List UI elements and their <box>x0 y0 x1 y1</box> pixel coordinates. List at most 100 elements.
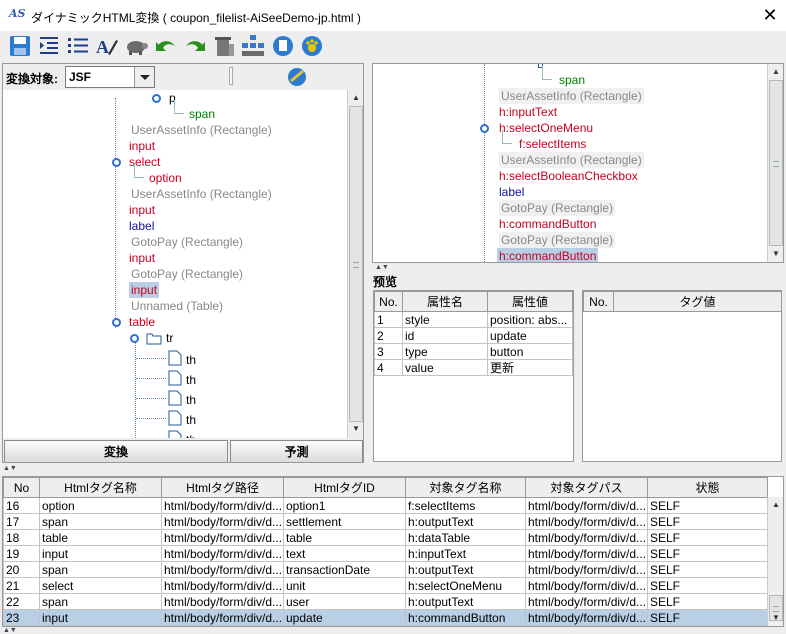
table-row[interactable]: 22 span html/body/form/div/d... user h:outpu… <box>3 593 768 610</box>
tree-expand-handle[interactable] <box>112 318 121 327</box>
table-row[interactable]: 2 id update <box>374 327 573 344</box>
tree-node[interactable]: th <box>186 432 196 438</box>
tree-node[interactable]: GotoPay (Rectangle) <box>499 232 616 248</box>
column-header[interactable]: タグ値 <box>613 291 782 312</box>
close-button[interactable]: ✕ <box>757 3 783 27</box>
tree-node[interactable]: option <box>149 170 182 186</box>
redo-icon[interactable] <box>183 34 207 58</box>
chevron-down-icon[interactable] <box>134 67 154 87</box>
column-header[interactable]: No. <box>374 291 403 312</box>
info-icon[interactable] <box>271 34 295 58</box>
tree-node[interactable]: GotoPay (Rectangle) <box>499 200 616 216</box>
tree-node[interactable]: label <box>497 184 526 200</box>
column-header[interactable]: 対象タグ名称 <box>405 477 526 498</box>
column-header[interactable]: 属性名 <box>402 291 488 312</box>
tree-node[interactable]: th <box>186 412 196 428</box>
tree-node[interactable]: th <box>186 392 196 408</box>
tree-node[interactable]: input <box>129 138 155 154</box>
tree-guide-line <box>484 64 485 262</box>
table-row[interactable]: 23 input html/body/form/div/d... update h:co… <box>3 609 768 626</box>
mapping-table-scrollbar[interactable]: ▲ ▼ <box>767 497 783 626</box>
tree-guide-line <box>136 418 166 419</box>
tree-node[interactable]: label <box>129 218 154 234</box>
tree-node[interactable]: UserAssetInfo (Rectangle) <box>131 186 272 202</box>
table-row[interactable]: 4 value 更新 <box>374 359 573 376</box>
convert-button[interactable]: 変換 <box>4 440 228 462</box>
tree-connector <box>134 164 144 178</box>
table-row[interactable]: 17 span html/body/form/div/d... settlement h… <box>3 513 768 530</box>
left-tree[interactable]: p span UserAssetInfo (Rectangle) input selec… <box>3 90 347 438</box>
save-icon[interactable] <box>8 34 32 58</box>
horizontal-splitter[interactable] <box>0 465 786 471</box>
paw-icon[interactable] <box>300 34 324 58</box>
scroll-thumb[interactable] <box>349 106 363 422</box>
left-tree-scrollbar[interactable]: ▲ ▼ <box>347 90 363 438</box>
tree-node[interactable]: h:commandButton <box>497 216 598 232</box>
column-header[interactable]: No. <box>583 291 614 312</box>
target-select[interactable]: JSF <box>65 66 155 88</box>
tree-node[interactable]: UserAssetInfo (Rectangle) <box>499 88 644 104</box>
tree-node[interactable]: span <box>189 106 215 122</box>
column-header[interactable]: 属性値 <box>487 291 573 312</box>
table-cell: 4 <box>374 359 403 376</box>
tree-node[interactable]: UserAssetInfo (Rectangle) <box>131 122 272 138</box>
tree-node[interactable]: table <box>129 314 155 330</box>
tree-node[interactable]: input <box>129 282 160 298</box>
column-header[interactable]: HtmlタグID <box>283 477 406 498</box>
tree-icon[interactable] <box>241 34 265 58</box>
scroll-up-icon[interactable]: ▲ <box>771 67 781 77</box>
right-tree[interactable]: span UserAssetInfo (Rectangle) h:inputText… <box>373 64 767 262</box>
column-header[interactable]: Htmlタグ路径 <box>161 477 284 498</box>
predict-button[interactable]: 予測 <box>230 440 363 462</box>
tree-node[interactable]: GotoPay (Rectangle) <box>131 234 243 250</box>
tree-expand-handle[interactable] <box>480 124 489 133</box>
tree-node[interactable]: span <box>557 72 587 88</box>
trash-icon[interactable] <box>212 34 236 58</box>
turtle-icon[interactable] <box>125 34 149 58</box>
format-icon[interactable]: A <box>95 34 119 58</box>
globe-icon[interactable] <box>286 66 308 88</box>
tree-node[interactable]: UserAssetInfo (Rectangle) <box>499 152 644 168</box>
table-row[interactable]: 18 table html/body/form/div/d... table h:dat… <box>3 529 768 546</box>
tree-guide-line <box>115 98 116 328</box>
tree-node[interactable]: tr <box>166 330 173 346</box>
table-row[interactable]: 1 style position: abs... <box>374 311 573 328</box>
splitter-arrows-icon[interactable]: ▲▼ <box>3 465 17 472</box>
column-header[interactable]: 対象タグパス <box>525 477 648 498</box>
tree-node[interactable]: f:selectItems <box>517 136 588 152</box>
vertical-splitter[interactable] <box>365 63 371 463</box>
tree-node[interactable]: th <box>186 372 196 388</box>
list-icon[interactable] <box>66 34 90 58</box>
tree-expand-handle[interactable] <box>152 94 161 103</box>
tree-expand-handle[interactable] <box>112 158 121 167</box>
right-tree-scrollbar[interactable]: ▲ ▼ <box>767 64 783 262</box>
table-row[interactable]: 16 option html/body/form/div/d... option1 f:… <box>3 497 768 514</box>
table-cell: id <box>402 327 488 344</box>
scroll-up-icon[interactable]: ▲ <box>771 500 781 510</box>
table-row[interactable]: 21 select html/body/form/div/d... unit h:sel… <box>3 577 768 594</box>
column-header[interactable]: 状態 <box>647 477 768 498</box>
indent-icon[interactable] <box>37 34 61 58</box>
splitter-handle[interactable] <box>229 67 233 85</box>
tree-node[interactable]: input <box>129 250 155 266</box>
tree-node[interactable]: h:selectBooleanCheckbox <box>497 168 640 184</box>
scroll-down-icon[interactable]: ▼ <box>771 249 781 259</box>
table-row[interactable]: 3 type button <box>374 343 573 360</box>
tree-node[interactable]: h:inputText <box>497 104 559 120</box>
undo-icon[interactable] <box>154 34 178 58</box>
tree-node[interactable]: th <box>186 352 196 368</box>
tree-node[interactable]: Unnamed (Table) <box>131 298 223 314</box>
table-row[interactable]: 20 span html/body/form/div/d... transaction… <box>3 561 768 578</box>
tree-expand-handle[interactable] <box>130 334 139 343</box>
tree-node[interactable]: input <box>129 202 155 218</box>
tree-node[interactable]: GotoPay (Rectangle) <box>131 266 243 282</box>
scroll-down-icon[interactable]: ▼ <box>351 424 361 434</box>
scroll-down-icon[interactable]: ▼ <box>771 613 781 623</box>
scroll-thumb[interactable] <box>769 80 783 246</box>
splitter-arrows-icon[interactable]: ▲▼ <box>3 627 17 634</box>
column-header[interactable]: No <box>3 477 40 498</box>
scroll-up-icon[interactable]: ▲ <box>351 93 361 103</box>
table-row[interactable]: 19 input html/body/form/div/d... text h:inpu… <box>3 545 768 562</box>
column-header[interactable]: Htmlタグ名称 <box>39 477 162 498</box>
tree-node[interactable]: h:commandButton <box>497 248 599 262</box>
